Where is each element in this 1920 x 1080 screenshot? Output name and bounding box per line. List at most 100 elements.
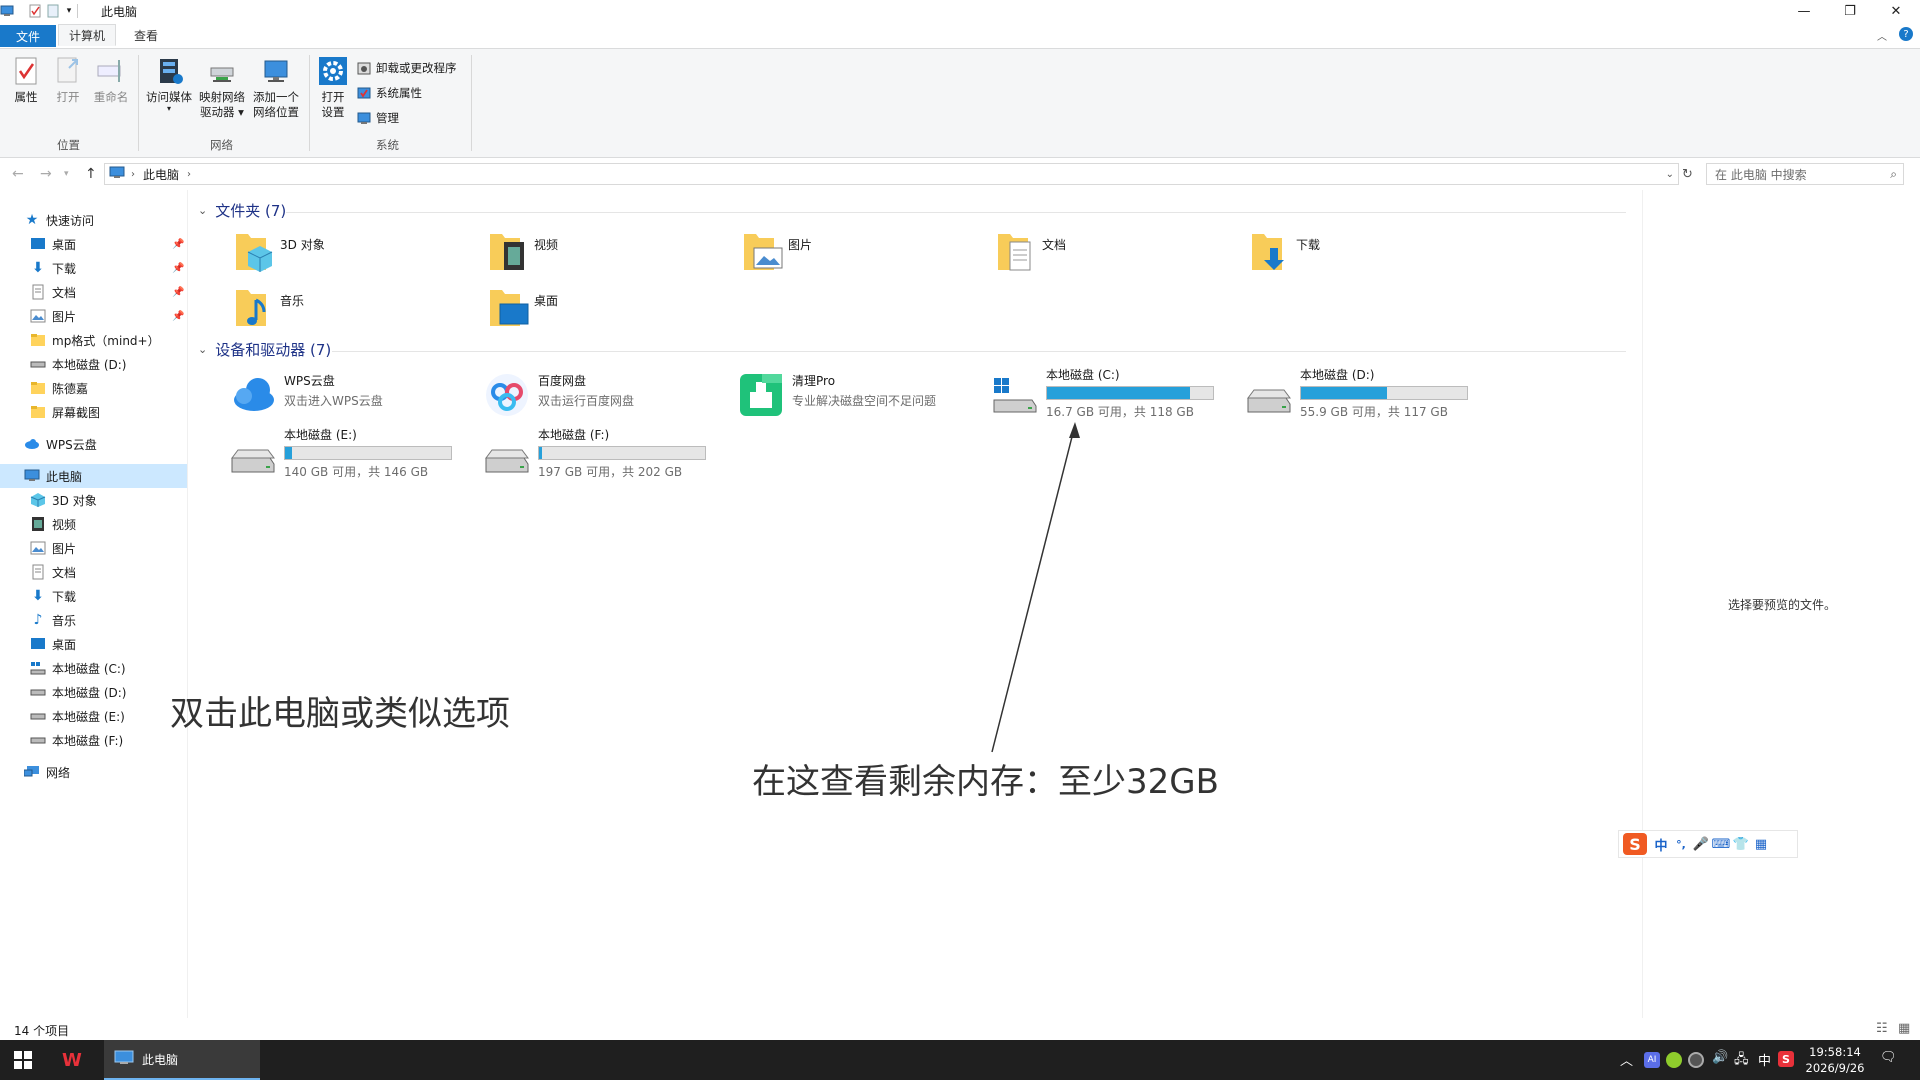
nav-quick-downloads[interactable]: ⬇ 下载 📌 xyxy=(0,256,187,280)
nav-quick-folder-chen[interactable]: 陈德嘉 xyxy=(0,376,187,400)
pictures-icon xyxy=(30,540,46,556)
device-wps-cloud[interactable]: WPS云盘 双击进入WPS云盘 xyxy=(230,372,383,418)
ime-indicator[interactable]: 中 xyxy=(1758,1050,1771,1069)
recent-locations-button[interactable]: ▾ xyxy=(64,169,69,179)
properties-quick-icon[interactable] xyxy=(28,3,42,18)
drive-icon xyxy=(30,684,46,700)
section-header-devices[interactable]: ⌄ 设备和驱动器 (7) xyxy=(198,339,331,360)
nav-quick-pictures[interactable]: 图片 📌 xyxy=(0,304,187,328)
folder-pictures[interactable]: 图片 xyxy=(742,230,812,274)
title-bar: ▾ 此电脑 — ❐ ✕ xyxy=(0,0,1920,22)
nav-pc-drive-e[interactable]: 本地磁盘 (E:) xyxy=(0,704,187,728)
nav-quick-mp-folder[interactable]: mp格式（mind+） xyxy=(0,328,187,352)
add-network-location-button[interactable]: 添加一个 网络位置 xyxy=(250,55,302,120)
section-title: 设备和驱动器 (7) xyxy=(215,341,332,359)
manage-button[interactable]: 管理 xyxy=(356,107,399,129)
tab-computer[interactable]: 计算机 xyxy=(58,24,117,46)
folder-documents[interactable]: 文档 xyxy=(996,230,1066,274)
nav-pc-pictures[interactable]: 图片 xyxy=(0,536,187,560)
close-button[interactable]: ✕ xyxy=(1873,0,1919,22)
device-cleaner-pro[interactable]: 清理Pro 专业解决磁盘空间不足问题 xyxy=(738,372,936,418)
sogou-tray-icon[interactable]: S xyxy=(1778,1051,1794,1067)
ime-lang-toggle[interactable]: 中 xyxy=(1651,834,1671,854)
network-status-icon[interactable]: 🖧 xyxy=(1734,1050,1749,1072)
nav-pc-drive-f[interactable]: 本地磁盘 (F:) xyxy=(0,728,187,752)
nav-pc-desktop[interactable]: 桌面 xyxy=(0,632,187,656)
folder-desktop[interactable]: 桌面 xyxy=(488,286,558,330)
tray-app-icon[interactable] xyxy=(1666,1052,1682,1068)
nav-pc-drive-c[interactable]: 本地磁盘 (C:) xyxy=(0,656,187,680)
nav-pc-downloads[interactable]: ⬇ 下载 xyxy=(0,584,187,608)
ime-punct-toggle[interactable]: °, xyxy=(1671,834,1691,854)
nav-label: 图片 xyxy=(52,541,77,556)
nav-wps-cloud[interactable]: WPS云盘 xyxy=(0,432,187,456)
address-bar[interactable]: › 此电脑 › ⌄ xyxy=(104,163,1679,185)
keyboard-icon[interactable]: ⌨ xyxy=(1711,834,1731,854)
windows-start-icon[interactable] xyxy=(14,1051,32,1072)
properties-button[interactable]: 属性 xyxy=(10,55,42,105)
nav-pc-music[interactable]: ♪ 音乐 xyxy=(0,608,187,632)
help-icon[interactable]: ? xyxy=(1899,27,1913,41)
microphone-icon[interactable]: 🎤 xyxy=(1691,834,1711,854)
rename-button[interactable]: 重命名 xyxy=(91,55,131,105)
new-folder-quick-icon[interactable] xyxy=(46,3,60,18)
nav-quick-documents[interactable]: 文档 📌 xyxy=(0,280,187,304)
tray-app-icon-2[interactable] xyxy=(1688,1052,1704,1068)
nav-pc-videos[interactable]: 视频 xyxy=(0,512,187,536)
tab-view[interactable]: 查看 xyxy=(124,24,168,46)
folder-3d-objects[interactable]: 3D 对象 xyxy=(234,230,325,274)
ai-assistant-icon[interactable]: AI xyxy=(1644,1052,1660,1068)
wps-office-icon[interactable]: W xyxy=(62,1050,82,1071)
breadcrumb-this-pc[interactable]: 此电脑 xyxy=(143,166,179,183)
refresh-icon[interactable]: ↻ xyxy=(1682,167,1693,182)
large-icons-view-icon[interactable]: ▦ xyxy=(1898,1021,1910,1036)
minimize-button[interactable]: — xyxy=(1781,0,1827,22)
drive-e[interactable]: 本地磁盘 (E:) 140 GB 可用，共 146 GB xyxy=(230,426,452,480)
folder-downloads[interactable]: 下载 xyxy=(1250,230,1320,274)
address-dropdown-icon[interactable]: ⌄ xyxy=(1666,169,1674,180)
map-drive-button[interactable]: 映射网络 驱动器 ▾ xyxy=(197,55,247,120)
nav-this-pc[interactable]: 此电脑 xyxy=(0,464,187,488)
folder-videos[interactable]: 视频 xyxy=(488,230,558,274)
nav-pc-documents[interactable]: 文档 xyxy=(0,560,187,584)
drive-f[interactable]: 本地磁盘 (F:) 197 GB 可用，共 202 GB xyxy=(484,426,706,480)
folder-music[interactable]: 音乐 xyxy=(234,286,304,330)
taskbar-explorer-button[interactable]: 此电脑 xyxy=(104,1040,260,1080)
open-settings-button[interactable]: 打开 设置 xyxy=(316,55,350,120)
collapse-ribbon-icon[interactable]: ︿ xyxy=(1877,28,1887,43)
up-button[interactable]: ↑ xyxy=(85,166,97,182)
nav-network[interactable]: 网络 xyxy=(0,760,187,784)
ime-toolbar[interactable]: S 中 °, 🎤 ⌨ 👕 ▦ xyxy=(1618,830,1798,858)
nav-pc-3d[interactable]: 3D 对象 xyxy=(0,488,187,512)
sogou-logo-icon[interactable]: S xyxy=(1623,833,1647,855)
notification-icon[interactable]: 🗨 xyxy=(1880,1050,1897,1065)
nav-quick-drive-d[interactable]: 本地磁盘 (D:) xyxy=(0,352,187,376)
system-properties-button[interactable]: 系统属性 xyxy=(356,82,422,104)
nav-pc-drive-d[interactable]: 本地磁盘 (D:) xyxy=(0,680,187,704)
details-view-icon[interactable]: ☷ xyxy=(1876,1021,1888,1036)
drive-c[interactable]: 本地磁盘 (C:) 16.7 GB 可用，共 118 GB xyxy=(992,366,1214,420)
section-header-folders[interactable]: ⌄ 文件夹 (7) xyxy=(198,200,286,221)
toolbox-grid-icon[interactable]: ▦ xyxy=(1751,834,1771,854)
uninstall-programs-button[interactable]: 卸载或更改程序 xyxy=(356,57,457,79)
customize-quick-access-icon[interactable]: ▾ xyxy=(62,3,76,18)
skin-shirt-icon[interactable]: 👕 xyxy=(1731,834,1751,854)
show-hidden-icons-icon[interactable]: ︿ xyxy=(1620,1050,1633,1069)
forward-button[interactable]: → xyxy=(40,166,52,182)
device-name: WPS云盘 xyxy=(284,374,335,388)
chevron-down-icon: ⌄ xyxy=(198,204,208,217)
tab-file[interactable]: 文件 xyxy=(0,25,56,47)
nav-quick-access[interactable]: ★ 快速访问 xyxy=(0,208,187,232)
access-media-button[interactable]: 访问媒体 ▾ xyxy=(144,55,194,113)
search-input[interactable]: 在 此电脑 中搜索 ⌕ xyxy=(1706,163,1904,185)
device-baidu-netdisk[interactable]: 百度网盘 双击运行百度网盘 xyxy=(484,372,634,418)
volume-icon[interactable]: 🔊 xyxy=(1712,1050,1728,1065)
restore-button[interactable]: ❐ xyxy=(1827,0,1873,22)
nav-quick-desktop[interactable]: 桌面 📌 xyxy=(0,232,187,256)
nav-quick-screenshots[interactable]: 屏幕截图 xyxy=(0,400,187,424)
nav-label: 桌面 xyxy=(52,237,77,252)
drive-d[interactable]: 本地磁盘 (D:) 55.9 GB 可用，共 117 GB xyxy=(1246,366,1468,420)
clock[interactable]: 19:58:14 2026/9/26 xyxy=(1800,1044,1870,1076)
back-button[interactable]: ← xyxy=(12,166,24,182)
open-button[interactable]: 打开 xyxy=(52,55,84,105)
